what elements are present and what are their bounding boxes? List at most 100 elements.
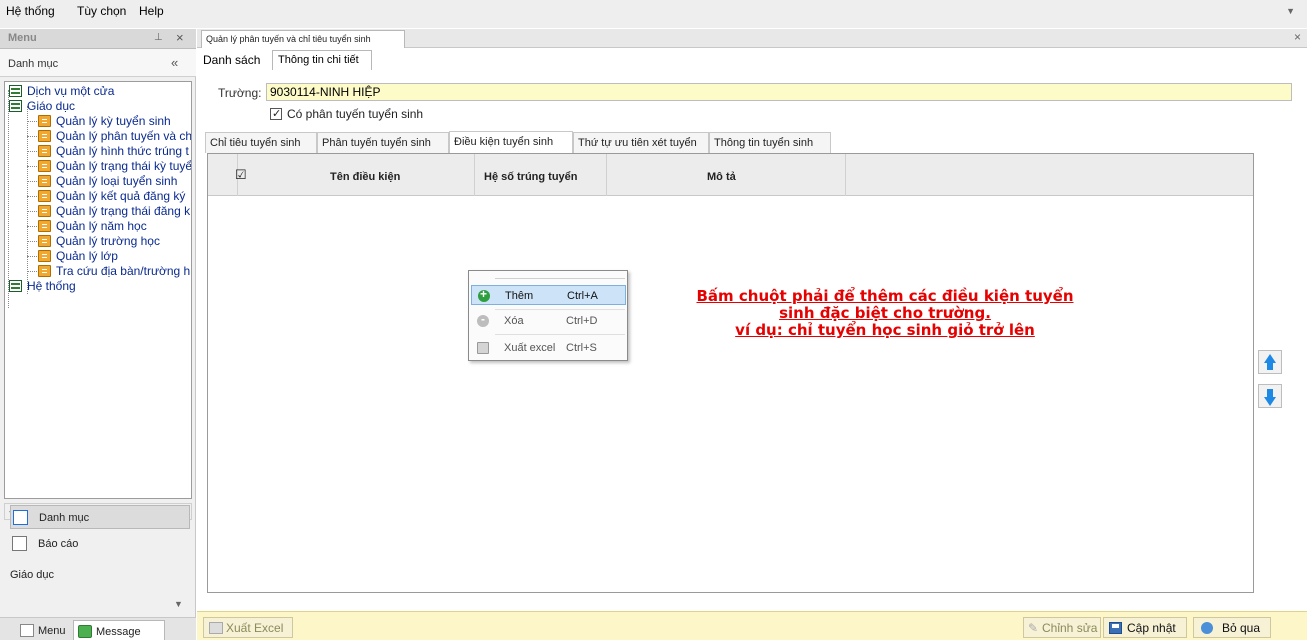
menu-he-thong[interactable]: Hệ thống bbox=[6, 4, 55, 18]
tree-node-giao-duc[interactable]: Giáo dục bbox=[9, 99, 189, 114]
tab-chi-tieu[interactable]: Chỉ tiêu tuyển sinh bbox=[205, 132, 317, 153]
document-icon bbox=[38, 190, 51, 202]
close-icon[interactable]: × bbox=[176, 30, 184, 45]
menu-item-label: Thêm bbox=[505, 290, 534, 302]
tree-node-child[interactable]: Quản lý trường học bbox=[38, 234, 191, 249]
grid-icon bbox=[9, 85, 22, 97]
tree-node-child[interactable]: Quản lý lớp bbox=[38, 249, 191, 264]
button-label: Xuất Excel bbox=[226, 621, 284, 635]
tab-thong-tin-chi-tiet[interactable]: Thông tin chi tiết bbox=[272, 50, 372, 70]
tree-line bbox=[27, 106, 28, 294]
grid-header: ☑ Tên điều kiện Hệ số trúng tuyển Mô tả bbox=[208, 154, 1253, 196]
category-title: Danh mục bbox=[8, 58, 59, 70]
document-icon bbox=[38, 115, 51, 127]
tree-node-child[interactable]: Quản lý loại tuyển sinh bbox=[38, 174, 191, 189]
tab-danh-sach[interactable]: Danh sách bbox=[200, 50, 270, 70]
update-button[interactable]: Cập nhật bbox=[1103, 617, 1187, 638]
tab-phan-tuyen[interactable]: Phân tuyến tuyển sinh bbox=[317, 132, 449, 153]
instruction-hint: Bấm chuột phải để thêm các điều kiện tuy… bbox=[690, 288, 1080, 339]
export-excel-button[interactable]: Xuất Excel bbox=[203, 617, 293, 638]
tree-node-label: Quản lý trường học bbox=[56, 234, 160, 248]
tree-node-label: Hệ thống bbox=[27, 279, 76, 293]
nav-danh-muc-button[interactable]: Danh mục bbox=[10, 505, 190, 529]
conditions-grid[interactable]: ☑ Tên điều kiện Hệ số trúng tuyển Mô tả bbox=[207, 153, 1254, 593]
group-label[interactable]: Giáo dục bbox=[10, 569, 54, 581]
column-label: Hệ số trúng tuyển bbox=[484, 171, 578, 183]
tree-node-child[interactable]: Quản lý trạng thái đăng k bbox=[38, 204, 191, 219]
chevron-down-icon[interactable]: ▼ bbox=[174, 599, 183, 609]
tab-menu[interactable]: Menu bbox=[16, 620, 70, 640]
pin-icon[interactable]: ⊥ bbox=[154, 32, 163, 43]
move-up-button[interactable] bbox=[1258, 350, 1282, 374]
column-header-ten-dieu-kien[interactable]: Tên điều kiện bbox=[208, 154, 475, 196]
context-menu: Thêm Ctrl+A Xóa Ctrl+D Xuất excel Ctrl+S bbox=[468, 270, 628, 361]
tree-node-child[interactable]: Quản lý kỳ tuyển sinh bbox=[38, 114, 191, 129]
menu-help[interactable]: Help bbox=[139, 4, 164, 18]
menu-item-xuat-excel[interactable]: Xuất excel Ctrl+S bbox=[471, 338, 626, 358]
menu-icon bbox=[20, 624, 34, 637]
tree-node-label: Quản lý hình thức trúng t bbox=[56, 144, 189, 158]
document-icon bbox=[38, 250, 51, 262]
tab-label: Chỉ tiêu tuyển sinh bbox=[210, 137, 301, 149]
column-header-mo-ta[interactable]: Mô tả bbox=[607, 154, 846, 196]
tab-thu-tu-uu-tien[interactable]: Thứ tự ưu tiên xét tuyển bbox=[573, 132, 709, 153]
tree-node-child[interactable]: Quản lý năm học bbox=[38, 219, 191, 234]
menu-item-label: Xóa bbox=[504, 315, 524, 327]
tree-node-label: Quản lý trạng thái kỳ tuyể bbox=[56, 159, 192, 173]
grid-icon bbox=[9, 100, 22, 112]
tab-dieu-kien[interactable]: Điều kiện tuyển sinh bbox=[449, 131, 573, 153]
hint-line: Bấm chuột phải để thêm các điều kiện tuy… bbox=[696, 287, 1074, 322]
document-tab[interactable]: Quản lý phân tuyến và chỉ tiêu tuyển sin… bbox=[201, 30, 405, 48]
column-header-he-so[interactable]: Hệ số trúng tuyển bbox=[475, 154, 607, 196]
document-icon bbox=[38, 235, 51, 247]
tree-node-label: Dịch vụ một cửa bbox=[27, 84, 115, 98]
tree-node-child[interactable]: Quản lý phân tuyến và ch bbox=[38, 129, 191, 144]
menu-item-them[interactable]: Thêm Ctrl+A bbox=[471, 285, 626, 305]
column-label: Tên điều kiện bbox=[330, 171, 401, 183]
tree-node-child[interactable]: Quản lý hình thức trúng t bbox=[38, 144, 191, 159]
panel-bottom-tabs: Menu Message bbox=[0, 617, 196, 640]
tab-label: Menu bbox=[38, 625, 66, 637]
nav-bao-cao-button[interactable]: Báo cáo bbox=[10, 532, 190, 556]
button-label: Chỉnh sửa bbox=[1042, 621, 1098, 635]
collapse-icon[interactable]: « bbox=[171, 55, 178, 70]
report-icon bbox=[12, 536, 27, 551]
tree-node-child[interactable]: Quản lý kết quả đăng ký bbox=[38, 189, 191, 204]
tree-node-label: Quản lý trạng thái đăng k bbox=[56, 204, 191, 218]
button-label: Cập nhật bbox=[1127, 621, 1176, 635]
tab-label: Thông tin tuyển sinh bbox=[714, 137, 814, 149]
tree-node-dich-vu[interactable]: Dịch vụ một cửa bbox=[9, 84, 189, 99]
tab-label: Message bbox=[96, 626, 141, 638]
tree-node-child[interactable]: Tra cứu địa bàn/trường h bbox=[38, 264, 191, 279]
panel-title: Menu bbox=[8, 32, 37, 44]
pencil-icon: ✎ bbox=[1028, 621, 1039, 635]
tree-node-child[interactable]: Quản lý trạng thái kỳ tuyể bbox=[38, 159, 192, 174]
checkbox-checked-icon[interactable] bbox=[270, 107, 282, 120]
skip-button[interactable]: Bỏ qua bbox=[1193, 617, 1271, 638]
tab-message[interactable]: Message bbox=[73, 620, 165, 640]
document-icon bbox=[38, 175, 51, 187]
menu-item-xoa[interactable]: Xóa Ctrl+D bbox=[471, 311, 626, 331]
category-header: Danh mục « bbox=[0, 49, 196, 77]
menu-tuy-chon[interactable]: Tùy chọn bbox=[77, 4, 126, 18]
left-panel: Menu ⊥ × Danh mục « Dịch vụ một cửa Giáo… bbox=[0, 29, 196, 640]
column-label: Mô tả bbox=[707, 171, 736, 183]
edit-button[interactable]: ✎ Chỉnh sửa bbox=[1023, 617, 1101, 638]
hint-example: ví dụ: chỉ tuyển học sinh giỏ trở lên bbox=[735, 321, 1035, 339]
nav-label: Báo cáo bbox=[38, 538, 79, 550]
panel-header: Menu ⊥ × bbox=[0, 29, 196, 49]
message-icon bbox=[78, 625, 92, 638]
menu-item-shortcut: Ctrl+D bbox=[566, 315, 598, 327]
tree-node-he-thong[interactable]: Hệ thống bbox=[9, 279, 189, 294]
excel-icon bbox=[209, 622, 223, 634]
document-icon bbox=[38, 265, 51, 277]
document-icon bbox=[38, 220, 51, 232]
tree-node-label: Quản lý năm học bbox=[56, 219, 147, 233]
chevron-down-icon[interactable]: ▼ bbox=[1286, 6, 1295, 16]
button-label: Bỏ qua bbox=[1222, 621, 1261, 635]
tab-thong-tin-tuyen-sinh[interactable]: Thông tin tuyển sinh bbox=[709, 132, 831, 153]
school-field[interactable] bbox=[266, 83, 1292, 101]
close-icon[interactable]: × bbox=[1294, 30, 1301, 44]
document-tab-label: Quản lý phân tuyến và chỉ tiêu tuyển sin… bbox=[206, 34, 371, 44]
move-down-button[interactable] bbox=[1258, 384, 1282, 408]
